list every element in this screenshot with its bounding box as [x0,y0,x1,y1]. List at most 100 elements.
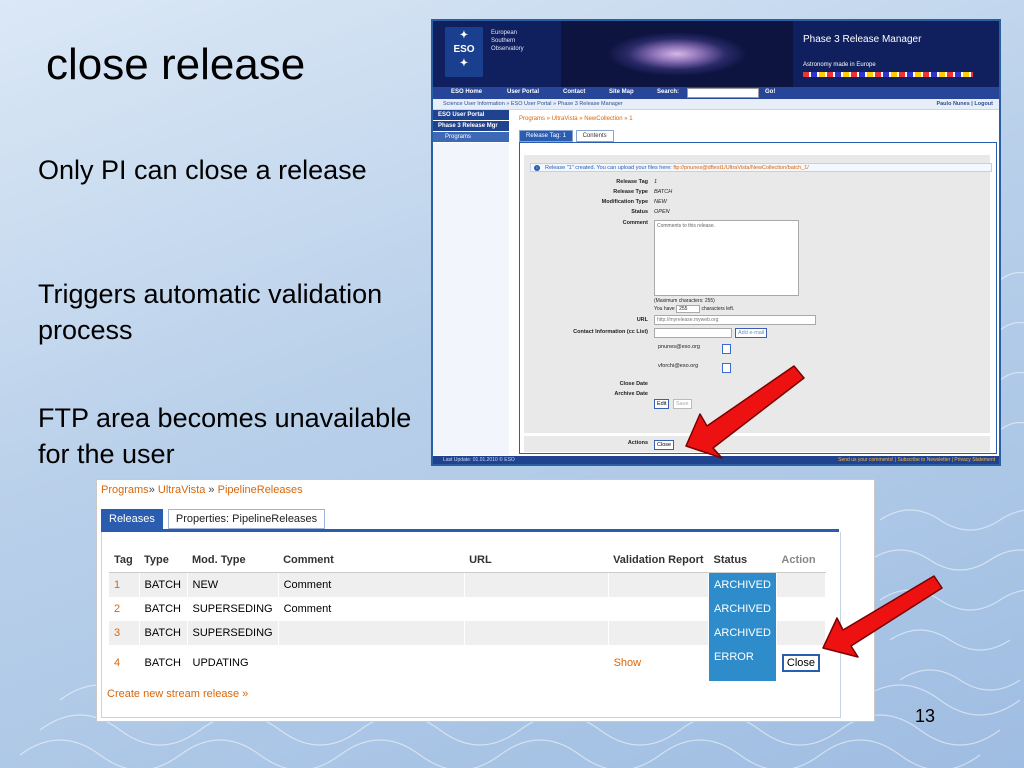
search-go-button[interactable]: Go! [765,89,775,95]
tab-releases[interactable]: Releases [101,509,163,529]
close-release-button[interactable]: Close [654,440,675,450]
release-tag-link[interactable]: 1 [109,572,140,597]
release-type: BATCH [139,621,188,645]
sidebar-item-programs[interactable]: Programs [433,132,509,143]
galaxy-banner-image [561,21,793,87]
release-tag-link[interactable]: 4 [109,645,140,681]
page-footer: Last Update: 01.01.2010 © ESO Send us yo… [433,456,999,464]
url [464,645,609,681]
info-message: i Release "1" created. You can upload yo… [530,163,992,172]
app-title: Phase 3 Release Manager [803,34,922,45]
release-type: BATCH [139,597,188,621]
path-ultravista-link[interactable]: UltraVista [158,484,205,496]
url-input[interactable]: http://myrelease.myweb.org [654,315,816,325]
column-header: Mod. Type [187,548,279,573]
comment-textarea[interactable]: Comments to this release. [654,220,799,296]
page-number: 13 [915,706,936,726]
modification-type-value: NEW [654,199,667,205]
footer-last-update: Last Update: 01.01.2010 © ESO [443,457,515,463]
validation-report-show-link[interactable]: Show [608,645,710,681]
releases-tabs: Releases Properties: PipelineReleases [101,509,327,529]
edit-button[interactable]: Edit [654,399,670,409]
url [464,572,609,597]
email-item: pnunes@eso.org [658,344,700,350]
column-header: Comment [278,548,465,573]
user-logout-link[interactable]: Paulo Nunes | Logout [936,101,993,107]
flags-strip-icon [803,72,973,77]
sidebar: ESO User Portal Phase 3 Release Mgr Prog… [433,110,509,455]
ftp-link[interactable]: ftp://pnunes@dftest1/UltraVista/NewColle… [673,165,808,171]
action-cell [776,572,827,597]
status-badge: ERROR [708,645,777,681]
status-badge: ARCHIVED [708,572,777,597]
release-tag-label: Release Tag [616,179,648,185]
archive-date-label: Archive Date [614,391,648,397]
email-remove-checkbox[interactable] [722,363,731,373]
slide-title: close release [46,40,306,89]
modification-type-label: Modification Type [601,199,648,205]
actions-label: Actions [627,440,648,446]
email-remove-checkbox[interactable] [722,344,731,354]
program-path[interactable]: Programs » UltraVista » NewCollection » … [519,116,633,122]
breadcrumb-path[interactable]: Science User Information » ESO User Port… [443,101,623,107]
comment [278,621,465,645]
tab-contents[interactable]: Contents [575,130,614,142]
max-chars-note: (Maximum characters: 255) [654,298,715,304]
eso-header: ✦ ESO ✦ European Southern Observatory Phas… [433,21,999,87]
release-tag-link[interactable]: 3 [109,621,140,645]
close-date-label: Close Date [619,381,648,387]
column-header: Type [139,548,187,573]
nav-site-map[interactable]: Site Map [609,89,634,95]
status-badge: ARCHIVED [708,597,777,621]
email-item: vforchi@eso.org [658,363,699,369]
tab-properties[interactable]: Properties: PipelineReleases [167,509,326,529]
comment-label: Comment [622,220,648,226]
search-input[interactable] [687,88,759,98]
contact-email-input[interactable] [654,328,732,338]
add-email-button[interactable]: Add e-mail [735,328,768,338]
nav-eso-home[interactable]: ESO Home [451,89,482,95]
table-row: 2 BATCH SUPERSEDING Comment ARCHIVED [109,597,827,621]
contact-label: Contact Information (cc List) [573,329,648,335]
tab-release-tag[interactable]: Release Tag: 1 [519,130,573,142]
release-type-value: BATCH [654,189,673,195]
table-row: 4 BATCH UPDATING Show ERROR Close [109,645,827,681]
column-header: Action [776,548,826,573]
comment: Comment [278,597,465,621]
bullet-validation: Triggers automatic validation process [38,279,383,345]
close-release-button[interactable]: Close [781,654,821,672]
sidebar-item-release-mgr[interactable]: Phase 3 Release Mgr [433,121,509,132]
eso-logo-icon[interactable]: ✦ ESO ✦ [445,27,483,77]
actions-row: Actions Close [524,436,990,452]
url [464,621,609,645]
footer-links[interactable]: Send us your comments! | Subscribe to Ne… [838,457,995,463]
program-path: Programs» UltraVista » PipelineReleases [101,484,303,496]
release-tag-link[interactable]: 2 [109,597,140,621]
release-manager-screenshot: ✦ ESO ✦ European Southern Observatory Phas… [431,19,1001,466]
bullet-ftp: FTP area becomes unavailable for the use… [38,403,412,469]
info-icon: i [534,165,540,171]
search-label: Search: [657,89,680,95]
path-pipelinereleases-link[interactable]: PipelineReleases [218,484,303,496]
action-cell: Close [776,645,827,681]
url-label: URL [636,317,648,323]
nav-contact[interactable]: Contact [563,89,585,95]
sidebar-item-user-portal[interactable]: ESO User Portal [433,110,509,121]
bullet-pi-only: Only PI can close a release [38,155,367,185]
save-button[interactable]: Save [673,399,692,409]
action-cell [776,621,827,645]
path-programs-link[interactable]: Programs [101,484,149,496]
mod-type: SUPERSEDING [187,621,279,645]
comment [278,645,465,681]
status-badge: ARCHIVED [708,621,777,645]
mod-type: NEW [187,572,279,597]
column-header: Validation Report [608,548,709,573]
status-value: OPEN [654,209,670,215]
create-release-link[interactable]: Create new stream release » [107,688,248,700]
url [464,597,609,621]
nav-user-portal[interactable]: User Portal [507,89,539,95]
table-header-row: Tag Type Mod. Type Comment URL Validatio… [109,548,826,573]
top-nav: ESO Home User Portal Contact Site Map Se… [433,87,999,99]
table-row: 3 BATCH SUPERSEDING ARCHIVED [109,621,827,645]
eso-org-name: European Southern Observatory [491,30,524,52]
